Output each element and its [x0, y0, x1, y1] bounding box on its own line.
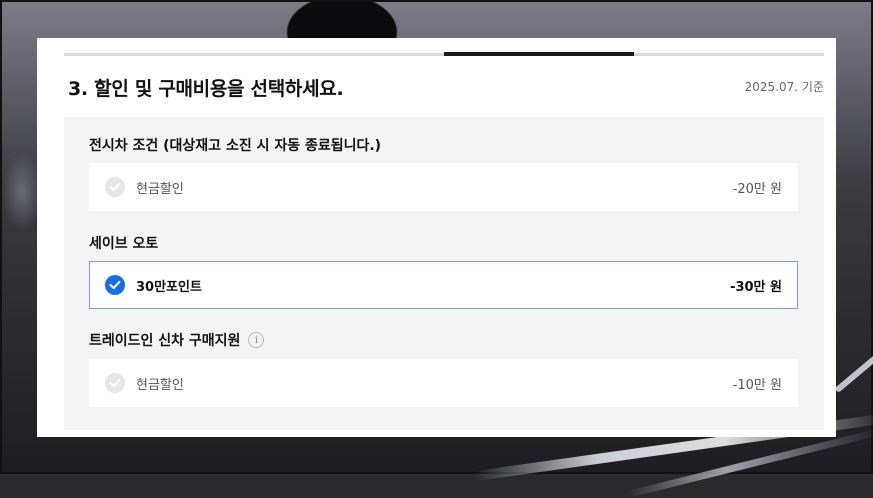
option-amount: -30만 원 — [730, 279, 782, 295]
step-progress-fill — [444, 52, 634, 56]
step-progress-bar — [64, 52, 824, 56]
option-label: 현금할인 — [136, 181, 184, 197]
option-label: 현금할인 — [136, 377, 184, 393]
option-label: 30만포인트 — [136, 279, 202, 295]
option-amount: -10만 원 — [732, 377, 782, 393]
option-trade-in-cash-discount[interactable]: 현금할인 -10만 원 — [89, 359, 798, 407]
section-title-display-car: 전시차 조건 (대상재고 소진 시 자동 종료됩니다.) — [89, 138, 382, 154]
options-panel: 전시차 조건 (대상재고 소진 시 자동 종료됩니다.) 현금할인 -20만 원… — [64, 117, 824, 430]
section-title-save-auto: 세이브 오토 — [89, 236, 159, 252]
check-circle-icon[interactable] — [105, 177, 125, 197]
info-icon[interactable]: i — [248, 332, 265, 348]
discount-selection-card: 3. 할인 및 구매비용을 선택하세요. 2025.07. 기준 전시차 조건 … — [37, 38, 836, 437]
option-amount: -20만 원 — [732, 181, 782, 197]
date-note: 2025.07. 기준 — [744, 80, 824, 94]
section-title-trade-in: 트레이드인 신차 구매지원 i — [89, 330, 265, 350]
page-title: 3. 할인 및 구매비용을 선택하세요. — [68, 78, 344, 100]
check-circle-icon[interactable] — [105, 373, 125, 393]
check-circle-icon[interactable] — [105, 275, 125, 295]
option-save-auto-points[interactable]: 30만포인트 -30만 원 — [89, 261, 798, 309]
option-display-car-cash-discount[interactable]: 현금할인 -20만 원 — [89, 163, 798, 211]
